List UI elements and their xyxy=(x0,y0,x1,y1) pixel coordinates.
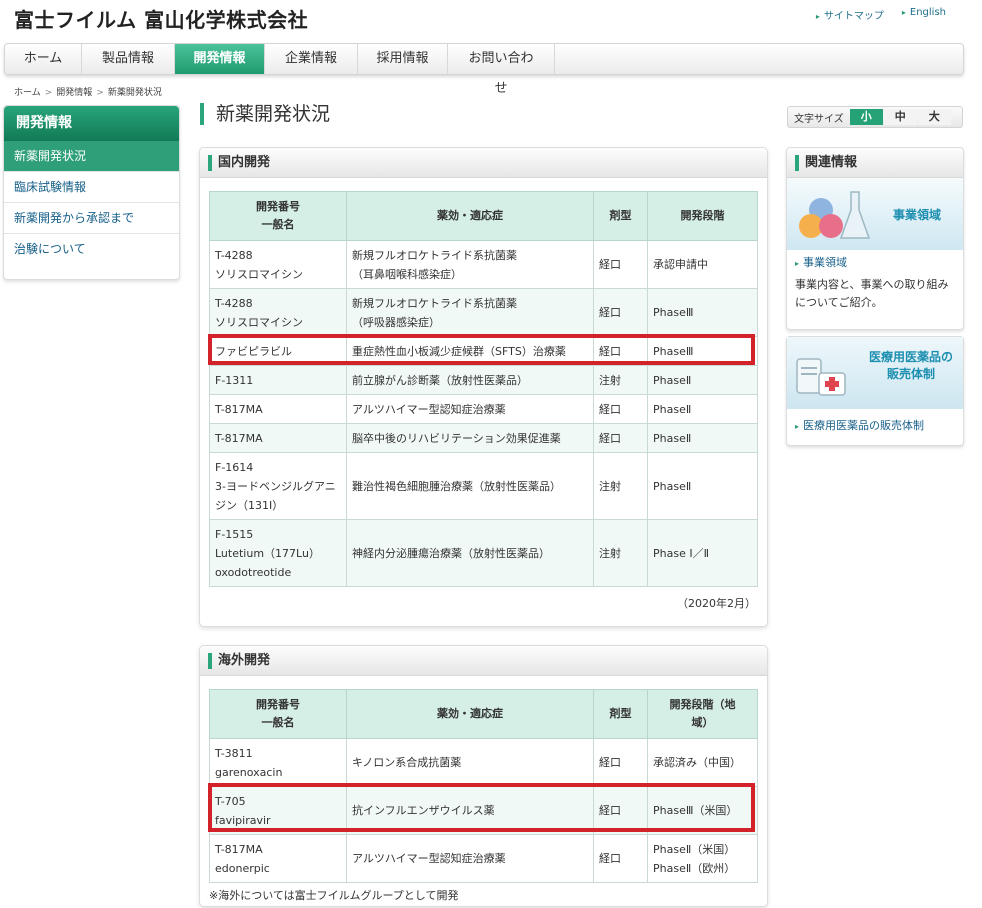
overseas-heading: 海外開発 xyxy=(200,646,767,676)
table-header-row: 開発番号 一般名 薬効・適応症 剤型 開発段階（地 域） xyxy=(209,689,758,739)
sidebar-title: 開発情報 xyxy=(4,106,179,141)
sidebar-item-approval-process[interactable]: 新薬開発から承認まで xyxy=(4,203,179,234)
table-row: T-4288 ソリスロマイシン 新規フルオロケトライド系抗菌薬 （耳鼻咽喉科感染症）… xyxy=(209,240,758,289)
nav-products[interactable]: 製品情報 xyxy=(82,44,175,74)
header-stage: 開発段階（地 域） xyxy=(647,689,758,739)
nav-contact[interactable]: お問い合わせ xyxy=(448,44,555,96)
nav-recruit[interactable]: 採用情報 xyxy=(358,44,448,74)
related-heading: 関連情報 xyxy=(787,148,963,178)
banner-title: 医療用医薬品の 販売体制 xyxy=(868,350,953,381)
sales-system-banner[interactable]: 医療用医薬品の 販売体制 xyxy=(787,337,963,409)
font-size-label: 文字サイズ xyxy=(794,113,844,125)
overseas-development-panel: 海外開発 開発番号 一般名 薬効・適応症 剤型 開発段階（地 域） T-3811 ga… xyxy=(199,645,768,907)
site-title[interactable]: 富士フイルム 富山化学株式会社 xyxy=(14,4,308,33)
chevron-right-icon: ▸ xyxy=(815,12,820,21)
sales-system-panel: 医療用医薬品の 販売体制 ▸ 医療用医薬品の販売体制 xyxy=(786,336,964,446)
business-area-banner[interactable]: 事業領域 xyxy=(787,178,963,250)
chevron-right-icon: ▸ xyxy=(795,259,800,268)
sidebar-item-clinical-trial-info[interactable]: 臨床試験情報 xyxy=(4,172,179,203)
domestic-development-panel: 国内開発 開発番号 一般名 薬効・適応症 剤型 開発段階 T-4288 ソリスロマイ… xyxy=(199,147,768,627)
business-area-description: 事業内容と、事業への取り組みについてご紹介。 xyxy=(795,278,949,309)
page-title: 新薬開発状況 xyxy=(200,103,330,125)
domestic-table: 開発番号 一般名 薬効・適応症 剤型 開発段階 T-4288 ソリスロマイシン 新規… xyxy=(209,191,758,587)
header-efficacy: 薬効・適応症 xyxy=(346,689,594,739)
overseas-table: 開発番号 一般名 薬効・適応症 剤型 開発段階（地 域） T-3811 garenox… xyxy=(209,689,758,883)
header-code: 開発番号 一般名 xyxy=(209,191,347,241)
table-row: T-817MA 脳卒中後のリハビリテーション効果促進薬 経口 PhaseⅡ xyxy=(209,423,758,453)
related-info-panel: 関連情報 事業領域 ▸ 事業領域 事業内容と、事業への取り組みについてご紹介。 xyxy=(786,147,964,330)
sidebar: 開発情報 新薬開発状況 臨床試験情報 新薬開発から承認まで 治験について xyxy=(3,105,180,280)
chevron-right-icon: ▸ xyxy=(795,422,800,431)
font-size-small-button[interactable]: 小 xyxy=(849,109,883,125)
breadcrumb: ホーム > 開発情報 > 新薬開発状況 xyxy=(14,88,162,98)
overseas-foot-note: ※海外については富士フイルムグループとして開発 xyxy=(209,889,459,902)
header-code: 開発番号 一般名 xyxy=(209,689,347,739)
table-row: T-817MA アルツハイマー型認知症治療薬 経口 PhaseⅡ xyxy=(209,394,758,424)
table-header-row: 開発番号 一般名 薬効・適応症 剤型 開発段階 xyxy=(209,191,758,241)
flask-icon xyxy=(799,191,871,239)
table-row: F-1311 前立腺がん診断薬（放射性医薬品） 注射 PhaseⅡ xyxy=(209,365,758,395)
global-nav: ホーム 製品情報 開発情報 企業情報 採用情報 お問い合わせ xyxy=(4,43,964,96)
medicine-icon xyxy=(796,358,846,396)
breadcrumb-home[interactable]: ホーム xyxy=(14,88,41,98)
date-note: （2020年2月） xyxy=(677,597,756,610)
table-row: T-3811 garenoxacin キノロン系合成抗菌薬 経口 承認済み（中国） xyxy=(209,738,758,787)
sidebar-item-about-trials[interactable]: 治験について xyxy=(4,234,179,265)
nav-company[interactable]: 企業情報 xyxy=(265,44,358,74)
business-area-link[interactable]: ▸ 事業領域 xyxy=(787,250,963,274)
chevron-right-icon: ▸ xyxy=(901,8,906,17)
font-size-medium-button[interactable]: 中 xyxy=(883,109,917,125)
table-row: T-4288 ソリスロマイシン 新規フルオロケトライド系抗菌薬 （呼吸器感染症） 経… xyxy=(209,288,758,337)
table-row: ファビピラビル 重症熱性血小板減少症候群（SFTS）治療薬 経口 PhaseⅢ xyxy=(209,336,758,366)
table-row: F-1515 Lutetium（177Lu） oxodotreotide 神経内分… xyxy=(209,519,758,587)
nav-development[interactable]: 開発情報 xyxy=(175,44,265,74)
header-form: 剤型 xyxy=(593,191,648,241)
header-form: 剤型 xyxy=(593,689,648,739)
table-row: T-705 favipiravir 抗インフルエンザウイルス薬 経口 PhaseⅢ… xyxy=(209,786,758,835)
table-row: T-817MA edonerpic アルツハイマー型認知症治療薬 経口 Phase… xyxy=(209,834,758,883)
font-size-selector: 文字サイズ 小 中 大 xyxy=(787,106,963,128)
breadcrumb-development[interactable]: 開発情報 xyxy=(56,88,92,98)
table-row: F-1614 3-ヨードベンジルグアニジン（131I） 難治性褐色細胞腫治療薬（放… xyxy=(209,452,758,520)
nav-home[interactable]: ホーム xyxy=(5,44,82,74)
sales-system-link[interactable]: ▸ 医療用医薬品の販売体制 xyxy=(787,409,963,437)
english-link[interactable]: ▸ English xyxy=(902,7,946,22)
domestic-heading: 国内開発 xyxy=(200,148,767,178)
top-links: ▸ サイトマップ ▸ English xyxy=(816,7,946,22)
font-size-large-button[interactable]: 大 xyxy=(917,109,951,125)
header-stage: 開発段階 xyxy=(647,191,758,241)
header-efficacy: 薬効・適応症 xyxy=(346,191,594,241)
breadcrumb-current: 新薬開発状況 xyxy=(107,88,162,98)
banner-title: 事業領域 xyxy=(892,208,941,222)
sidebar-item-new-drug-status[interactable]: 新薬開発状況 xyxy=(4,141,179,172)
sitemap-link[interactable]: ▸ サイトマップ xyxy=(816,7,884,22)
